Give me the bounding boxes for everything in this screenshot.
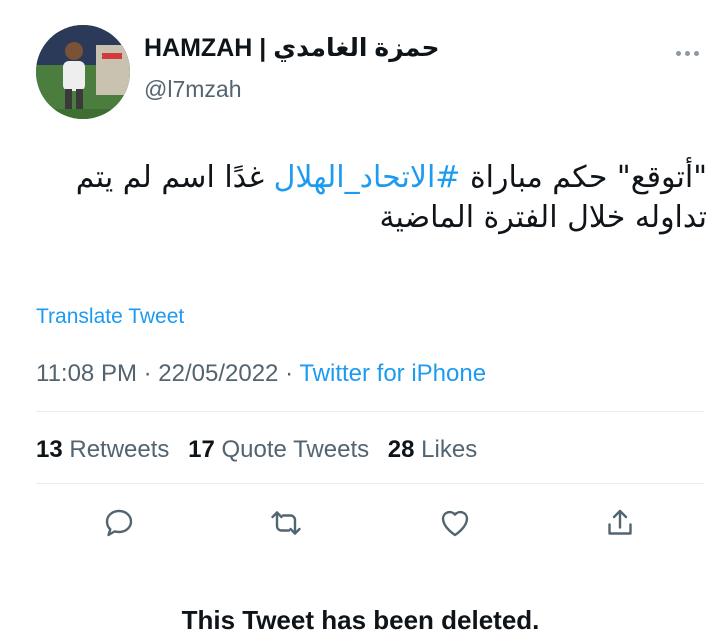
tweet-date[interactable]: 22/05/2022 [158,360,278,387]
likes-stat[interactable]: 28 Likes [388,436,477,463]
tweet-text-before: "أتوقع" حكم مباراة [460,160,707,195]
divider [36,483,704,484]
author-display-name[interactable]: HAMZAH | حمزة الغامدي [144,33,440,63]
reply-icon[interactable] [101,505,137,541]
author-handle[interactable]: @l7mzah [144,76,242,103]
quote-tweets-label: Quote Tweets [221,436,370,463]
quote-tweets-stat[interactable]: 17 Quote Tweets [188,436,369,463]
more-dot [685,50,690,56]
avatar-photo [36,25,130,119]
meta-separator: · [136,360,159,387]
more-dot [676,50,681,56]
retweets-label: Retweets [69,436,170,463]
likes-label: Likes [421,436,478,463]
tweet-actions [0,505,721,545]
meta-separator: · [278,360,300,387]
tweet-source-link[interactable]: Twitter for iPhone [299,360,486,387]
like-icon[interactable] [437,505,473,541]
avatar[interactable] [36,25,130,119]
deleted-notice: This Tweet has been deleted. [181,605,540,635]
tweet-stats: 13 Retweets 17 Quote Tweets 28 Likes [36,436,489,464]
quote-tweets-count: 17 [188,436,215,463]
translate-tweet-link[interactable]: Translate Tweet [36,305,184,329]
retweet-icon[interactable] [268,505,304,541]
likes-count: 28 [387,436,415,463]
tweet-time[interactable]: 11:08 PM [36,360,137,387]
hashtag-link[interactable]: #الاتحاد_الهلال [274,160,461,195]
share-icon[interactable] [602,505,638,541]
tweet-meta: 11:08 PM · 22/05/2022 · Twitter for iPho… [36,360,486,388]
retweets-stat[interactable]: 13 Retweets [36,436,169,463]
more-dot [694,50,699,56]
tweet-text: "أتوقع" حكم مباراة #الاتحاد_الهلال غدًا … [47,158,707,238]
retweets-count: 13 [36,436,63,463]
more-options-icon[interactable] [676,46,704,60]
divider [36,411,704,412]
